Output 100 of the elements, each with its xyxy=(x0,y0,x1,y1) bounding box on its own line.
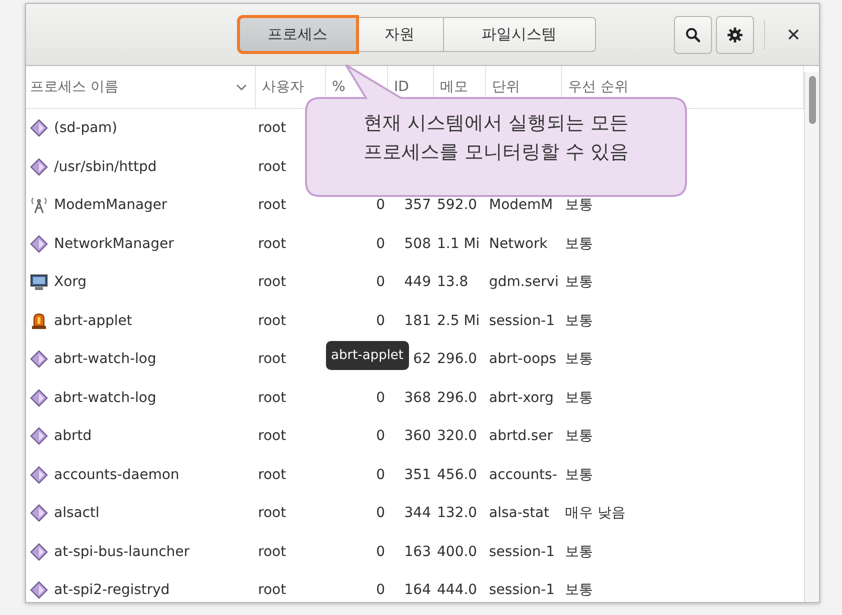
unit-cell: session-1 xyxy=(489,544,555,560)
search-icon xyxy=(685,26,701,42)
process-name: abrt-watch-log xyxy=(54,351,156,368)
unit-cell: abrt-xorg xyxy=(489,390,554,406)
antenna-icon xyxy=(30,196,48,214)
process-name: at-spi-bus-launcher xyxy=(54,544,190,560)
settings-icon xyxy=(727,26,743,42)
user-cell: root xyxy=(258,544,286,560)
process-name: alsactl xyxy=(54,505,100,522)
user-cell: root xyxy=(258,351,286,368)
memory-cell: 456.0 xyxy=(437,466,478,483)
process-name: (sd-pam) xyxy=(54,120,118,136)
settings-button[interactable] xyxy=(716,16,754,54)
diamond-icon xyxy=(30,542,48,561)
column-header[interactable]: 사용자 xyxy=(262,78,304,96)
diamond-icon xyxy=(30,427,48,446)
unit-cell: abrt-oops xyxy=(489,351,556,368)
priority-cell: 보통 xyxy=(565,273,593,292)
cpu-cell: 0 xyxy=(376,582,385,598)
callout-text: 현재 시스템에서 실행되는 모든 프로세스를 모니터링할 수 있음 xyxy=(362,111,630,164)
diamond-icon xyxy=(30,388,48,407)
id-cell: 62 xyxy=(413,351,431,368)
cpu-cell: 0 xyxy=(376,390,385,406)
unit-cell: ModemM xyxy=(489,197,553,214)
search-button[interactable] xyxy=(674,16,712,54)
diamond-icon xyxy=(30,119,48,138)
column-header[interactable]: % xyxy=(332,79,346,95)
tab[interactable]: 프로세스 xyxy=(238,17,356,52)
user-cell: root xyxy=(258,158,286,175)
process-name: abrtd xyxy=(54,428,92,444)
unit-cell: accounts- xyxy=(489,466,558,483)
user-cell: root xyxy=(258,120,286,136)
process-name: accounts-daemon xyxy=(54,466,180,483)
id-cell: 351 xyxy=(404,466,431,483)
scrollbar-thumb[interactable] xyxy=(808,76,816,124)
memory-cell: 2.5 Mi xyxy=(437,312,480,329)
priority-cell: 보통 xyxy=(565,542,593,561)
id-cell: 449 xyxy=(404,274,431,290)
diamond-icon xyxy=(30,234,48,253)
process-name: abrt-applet xyxy=(54,312,132,329)
unit-cell: session-1 xyxy=(489,312,555,329)
memory-cell: 132.0 xyxy=(437,505,478,522)
id-cell: 181 xyxy=(404,312,431,329)
id-cell: 344 xyxy=(404,505,431,522)
unit-cell: session-1 xyxy=(489,582,555,598)
cpu-cell: 0 xyxy=(376,466,385,483)
user-cell: root xyxy=(258,236,286,252)
memory-cell: 592.0 xyxy=(437,197,478,214)
cpu-cell: 0 xyxy=(376,505,385,522)
process-name: at-spi2-registryd xyxy=(54,582,170,598)
diamond-icon xyxy=(30,504,48,522)
memory-cell: 1.1 Mi xyxy=(437,236,480,252)
cpu-cell: 0 xyxy=(376,428,385,444)
monitor-icon xyxy=(30,273,48,292)
id-cell: 163 xyxy=(404,544,431,560)
priority-cell: 보통 xyxy=(565,350,593,368)
priority-cell: 보통 xyxy=(565,388,593,407)
column-header[interactable]: ID xyxy=(394,79,409,95)
priority-cell: 보통 xyxy=(565,427,593,446)
process-name: /usr/sbin/httpd xyxy=(54,158,157,175)
id-cell: 360 xyxy=(404,428,431,444)
id-cell: 164 xyxy=(404,582,431,598)
user-cell: root xyxy=(258,312,286,329)
diamond-icon xyxy=(30,158,48,176)
diamond-icon xyxy=(30,581,48,600)
priority-cell: 보통 xyxy=(565,466,593,484)
cpu-cell: 0 xyxy=(376,197,385,214)
column-header[interactable]: 우선 순위 xyxy=(568,78,628,96)
diamond-icon xyxy=(30,350,48,368)
unit-cell: alsa-stat xyxy=(489,505,550,522)
memory-cell: 296.0 xyxy=(437,351,478,368)
memory-cell: 13.8 xyxy=(437,274,468,290)
process-name: ModemManager xyxy=(54,197,168,214)
unit-cell: abrtd.ser xyxy=(489,428,553,444)
unit-cell: gdm.servi xyxy=(489,274,559,290)
memory-cell: 400.0 xyxy=(437,544,478,560)
user-cell: root xyxy=(258,466,286,483)
column-header[interactable]: 메모 xyxy=(440,78,468,96)
memory-cell: 296.0 xyxy=(437,390,478,406)
user-cell: root xyxy=(258,505,286,522)
column-header[interactable]: 단위 xyxy=(492,78,520,96)
process-name: NetworkManager xyxy=(54,236,174,252)
priority-cell: 매우 낮음 xyxy=(565,504,626,522)
tooltip: abrt-applet xyxy=(326,341,409,370)
user-cell: root xyxy=(258,428,286,444)
tab[interactable]: 파일시스템 xyxy=(442,17,596,52)
user-cell: root xyxy=(258,390,286,406)
cpu-cell: 0 xyxy=(376,312,385,329)
diamond-icon xyxy=(30,466,48,484)
close-icon xyxy=(788,29,798,40)
priority-cell: 보통 xyxy=(565,581,593,600)
memory-cell: 444.0 xyxy=(437,582,478,598)
unit-cell: Network xyxy=(489,236,548,252)
alarm-light-icon xyxy=(30,312,48,330)
process-name: abrt-watch-log xyxy=(54,390,156,406)
process-name: Xorg xyxy=(54,274,87,290)
column-header[interactable]: 프로세스 이름 xyxy=(30,78,118,96)
cpu-cell: 0 xyxy=(376,274,385,290)
priority-cell: 보통 xyxy=(565,312,593,330)
id-cell: 368 xyxy=(404,390,431,406)
